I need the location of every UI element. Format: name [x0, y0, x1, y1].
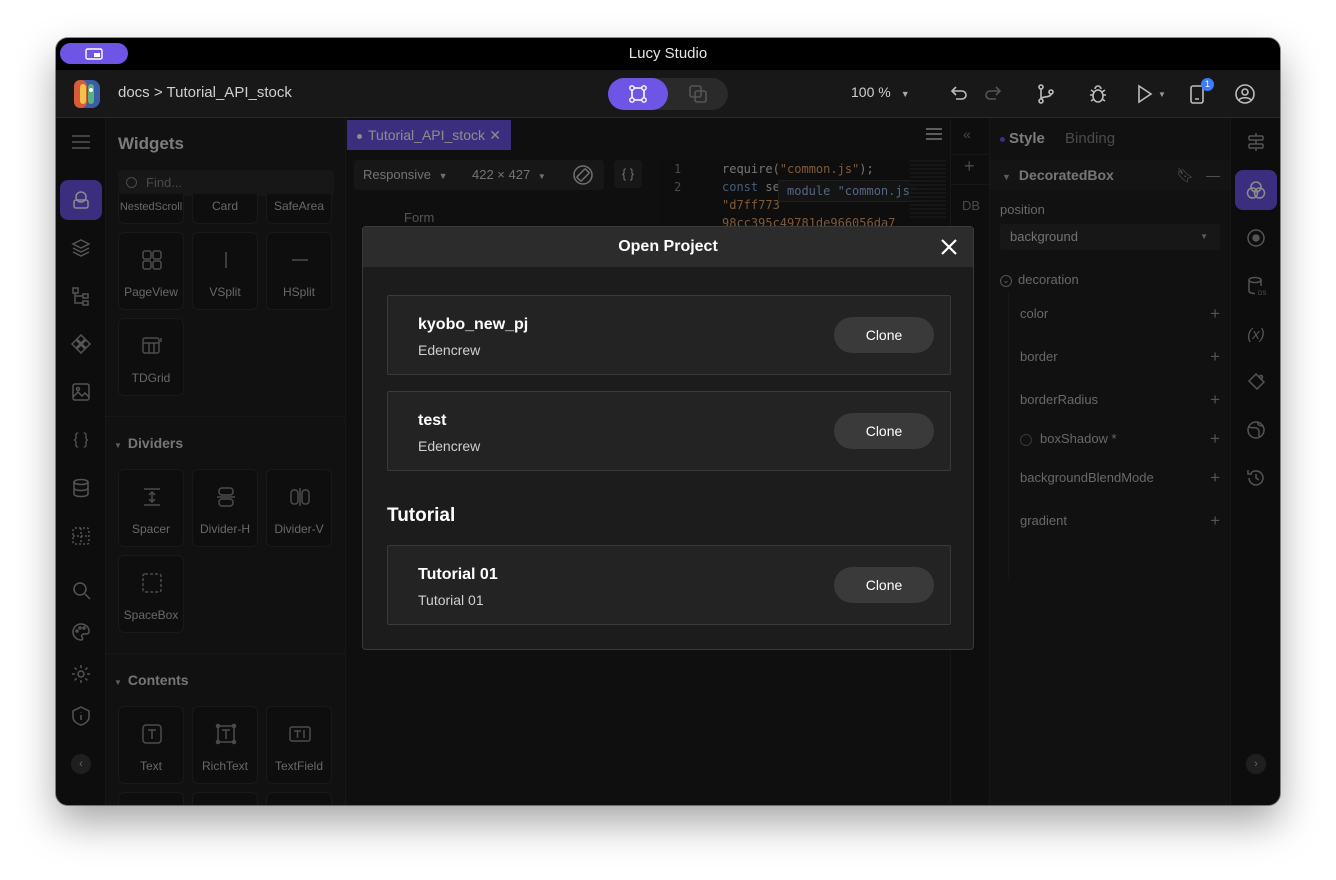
project-owner: Edencrew	[418, 342, 481, 358]
app-logo-icon	[72, 78, 102, 110]
project-owner: Edencrew	[418, 438, 481, 454]
run-options-chevron-icon[interactable]: ▼	[1156, 82, 1168, 106]
clone-button[interactable]: Clone	[834, 567, 934, 603]
undo-icon[interactable]	[946, 82, 970, 106]
open-project-dialog: Open Project kyobo_new_pj Edencrew Clone…	[362, 226, 974, 650]
device-notification-icon[interactable]: 1	[1186, 78, 1214, 106]
close-icon[interactable]	[939, 237, 959, 257]
screen-mode-button[interactable]	[60, 43, 128, 64]
clone-button[interactable]: Clone	[834, 413, 934, 449]
dialog-title: Open Project	[363, 227, 973, 267]
git-branch-icon[interactable]	[1034, 82, 1058, 106]
project-name: Tutorial 01	[418, 566, 498, 583]
preview-icon	[689, 85, 707, 103]
project-item[interactable]: kyobo_new_pj Edencrew Clone	[387, 295, 951, 375]
toolbar: docs > Tutorial_API_stock 100 % ▼ ▼ 1	[56, 70, 1280, 118]
breadcrumb[interactable]: docs > Tutorial_API_stock	[118, 84, 292, 101]
zoom-value: 100 %	[851, 84, 891, 100]
design-canvas-icon	[629, 85, 647, 103]
project-name: kyobo_new_pj	[418, 316, 529, 333]
preview-mode-button[interactable]	[668, 78, 728, 110]
chevron-down-icon: ▼	[900, 89, 910, 99]
zoom-select[interactable]: 100 % ▼	[851, 84, 910, 100]
project-owner: Tutorial 01	[418, 592, 484, 608]
design-mode-button[interactable]	[608, 78, 668, 110]
redo-icon[interactable]	[982, 82, 1006, 106]
debug-bug-icon[interactable]	[1086, 82, 1110, 106]
window-title: Lucy Studio	[628, 45, 708, 62]
monitor-icon	[85, 47, 103, 60]
run-play-icon[interactable]	[1132, 82, 1156, 106]
notification-badge: 1	[1201, 78, 1214, 91]
tutorial-section-title: Tutorial	[387, 505, 456, 526]
user-profile-icon[interactable]	[1233, 82, 1257, 106]
project-item[interactable]: test Edencrew Clone	[387, 391, 951, 471]
project-name: test	[418, 412, 447, 429]
clone-button[interactable]: Clone	[834, 317, 934, 353]
tutorial-item[interactable]: Tutorial 01 Tutorial 01 Clone	[387, 545, 951, 625]
app-window: Lucy Studio docs > Tutorial_API_stock 10…	[56, 38, 1280, 805]
view-mode-toggle[interactable]	[608, 78, 728, 110]
title-bar: Lucy Studio	[56, 38, 1280, 70]
